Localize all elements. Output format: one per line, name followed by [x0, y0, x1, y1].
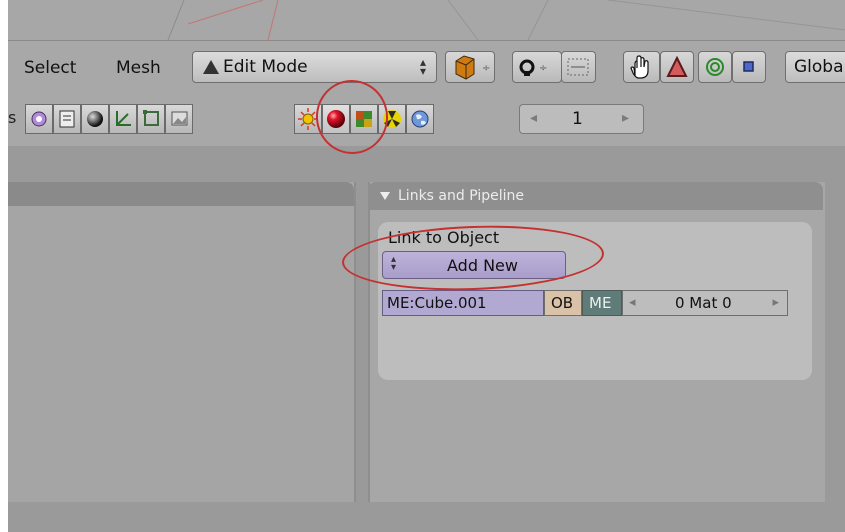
shading-context-button[interactable] — [81, 104, 109, 134]
3d-view-header: Select Mesh Edit Mode ▴ ▾ ÷ ÷ Globa — [8, 40, 845, 97]
radiosity-buttons-button[interactable] — [378, 104, 406, 134]
lamp-buttons-button[interactable] — [294, 104, 322, 134]
hand-manipulator-button[interactable] — [623, 51, 660, 83]
add-new-material-button[interactable]: ▴ ▾ Add New — [382, 251, 566, 279]
rotate-manipulator-button[interactable] — [698, 51, 732, 83]
blender-window: Select Mesh Edit Mode ▴ ▾ ÷ ÷ Globa s ◂ … — [8, 0, 845, 532]
pivot-icon: ÷ — [519, 59, 547, 76]
lamp-sun-icon — [298, 108, 318, 130]
svg-text:÷: ÷ — [539, 63, 547, 74]
mode-mesh-icon — [203, 60, 219, 74]
transform-orientation-select[interactable]: Globa — [785, 51, 845, 83]
mat-value: 0 Mat 0 — [675, 294, 732, 312]
svg-text:÷: ÷ — [482, 63, 490, 74]
updown-arrows-icon: ▴ ▾ — [391, 254, 397, 273]
editing-square-icon — [143, 110, 159, 126]
mode-select-value: Edit Mode — [223, 57, 308, 77]
editing-context-button[interactable] — [137, 104, 165, 134]
me-label: ME — [589, 294, 612, 312]
link-ob-button[interactable]: OB — [544, 290, 582, 316]
updown-arrows-icon: ▴ ▾ — [419, 55, 426, 78]
3d-viewport[interactable] — [8, 0, 845, 40]
buttons-window-header: s ◂ 1 ▸ — [8, 96, 845, 146]
left-panel-header[interactable] — [8, 182, 354, 206]
viewport-grid-lines — [167, 0, 845, 40]
mat-decrement-arrow[interactable]: ◂ — [629, 295, 636, 310]
mesh-menu[interactable]: Mesh — [116, 58, 161, 78]
solid-cube-icon: ÷ — [455, 55, 490, 80]
world-globe-icon — [411, 110, 429, 128]
link-to-object-label: Link to Object — [388, 228, 500, 247]
frame-value: 1 — [572, 109, 583, 129]
frame-increment-arrow[interactable]: ▸ — [622, 110, 629, 126]
translate-manipulator-button[interactable] — [660, 51, 694, 83]
ring-icon — [706, 58, 724, 76]
object-context-button[interactable] — [109, 104, 137, 134]
material-index-field[interactable]: ◂ 0 Mat 0 ▸ — [622, 290, 788, 316]
world-buttons-button[interactable] — [406, 104, 434, 134]
select-menu[interactable]: Select — [24, 58, 76, 78]
truncated-menu-label: s — [8, 108, 17, 127]
radiosity-icon — [383, 110, 401, 128]
texture-checker-icon — [356, 111, 372, 127]
mat-increment-arrow[interactable]: ▸ — [772, 295, 779, 310]
add-new-label: Add New — [447, 256, 518, 275]
hand-icon — [630, 55, 649, 79]
ob-label: OB — [551, 294, 574, 312]
panel-title: Links and Pipeline — [398, 188, 524, 204]
pivot-select[interactable]: ÷ — [512, 51, 562, 83]
script-context-button[interactable] — [53, 104, 81, 134]
shading-sphere-icon — [87, 111, 103, 127]
logic-context-button[interactable] — [25, 104, 53, 134]
mesh-name-value: ME:Cube.001 — [387, 294, 487, 312]
frame-number-field[interactable]: ◂ 1 ▸ — [519, 104, 644, 134]
manipulator-toggle[interactable] — [561, 51, 596, 83]
frame-decrement-arrow[interactable]: ◂ — [530, 110, 537, 126]
collapse-triangle-icon[interactable] — [380, 192, 390, 200]
scene-image-icon — [171, 111, 188, 126]
mode-select[interactable]: Edit Mode ▴ ▾ — [192, 51, 437, 83]
square-icon — [743, 61, 754, 72]
draw-type-select[interactable]: ÷ — [445, 51, 495, 83]
object-axis-icon — [116, 111, 131, 126]
material-buttons-button[interactable] — [322, 104, 350, 134]
script-icon — [59, 110, 75, 128]
triangle-icon — [666, 55, 688, 77]
scene-context-button[interactable] — [165, 104, 193, 134]
logic-icon — [31, 111, 47, 127]
grid-arrows-icon — [567, 58, 589, 76]
scale-manipulator-button[interactable] — [732, 51, 766, 83]
texture-buttons-button[interactable] — [350, 104, 378, 134]
mesh-name-field[interactable]: ME:Cube.001 — [382, 290, 544, 316]
left-panel-body — [8, 182, 356, 502]
transform-orientation-value: Globa — [794, 57, 844, 77]
links-pipeline-header[interactable]: Links and Pipeline — [368, 182, 823, 210]
link-me-button[interactable]: ME — [582, 290, 622, 316]
material-sphere-icon — [327, 110, 345, 128]
